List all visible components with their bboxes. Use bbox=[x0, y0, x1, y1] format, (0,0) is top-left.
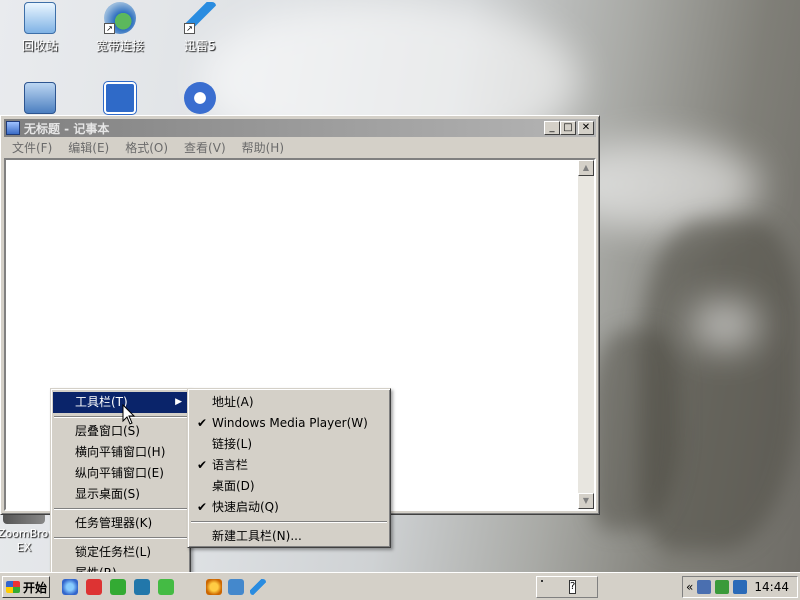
quick-launch-thunder-icon[interactable] bbox=[250, 579, 266, 595]
quick-launch-green-icon[interactable] bbox=[158, 579, 174, 595]
computer-icon bbox=[24, 82, 56, 114]
vertical-scrollbar[interactable]: ▲ ▼ bbox=[578, 160, 594, 509]
submenu-item-address[interactable]: 地址(A) bbox=[190, 392, 388, 413]
expand-arrows-icon bbox=[103, 81, 137, 115]
realplayer-desktop-icon[interactable] bbox=[165, 82, 235, 117]
menu-separator bbox=[54, 537, 187, 539]
thunder-desktop-icon[interactable]: ↗ 迅雷5 bbox=[165, 2, 235, 54]
menu-item-task-manager[interactable]: 任务管理器(K) bbox=[53, 513, 188, 534]
quick-launch-media-icon[interactable] bbox=[110, 579, 126, 595]
submenu-item-new-toolbar[interactable]: 新建工具栏(N)... bbox=[190, 526, 388, 547]
menu-item-tile-vertical[interactable]: 纵向平铺窗口(E) bbox=[53, 463, 188, 484]
fullscreen-desktop-icon[interactable] bbox=[85, 81, 155, 117]
submenu-item-quick-launch[interactable]: ✔ 快速启动(Q) bbox=[190, 497, 388, 518]
recycle-bin-desktop-icon[interactable]: 回收站 bbox=[5, 2, 75, 54]
desktop-icon-label: ZoomBrowser EX bbox=[0, 527, 75, 554]
desktop-icon-label: 迅雷5 bbox=[184, 39, 216, 53]
window-titlebar[interactable]: 无标题 - 记事本 _ □ ✕ bbox=[4, 119, 596, 137]
notepad-app-icon bbox=[6, 121, 20, 135]
submenu-item-language-bar[interactable]: ✔ 语言栏 bbox=[190, 455, 388, 476]
scroll-up-button[interactable]: ▲ bbox=[578, 160, 594, 176]
menu-item-tile-horizontal[interactable]: 横向平铺窗口(H) bbox=[53, 442, 188, 463]
desktop-icon-label: 宽带连接 bbox=[95, 39, 144, 53]
menu-view[interactable]: 查看(V) bbox=[176, 139, 234, 156]
window-title: 无标题 - 记事本 bbox=[24, 121, 110, 136]
quick-launch-tool-icon[interactable] bbox=[134, 579, 150, 595]
menu-edit[interactable]: 编辑(E) bbox=[60, 139, 117, 156]
maximize-button[interactable]: □ bbox=[560, 121, 576, 135]
shortcut-arrow-icon: ↗ bbox=[104, 23, 115, 34]
menu-separator bbox=[191, 521, 387, 523]
window-controls: _ □ ✕ bbox=[544, 121, 594, 135]
menu-item-cascade[interactable]: 层叠窗口(S) bbox=[53, 421, 188, 442]
taskbar[interactable]: 开始 ? « 14:44 bbox=[0, 572, 800, 600]
quick-launch-ie-icon[interactable] bbox=[62, 579, 78, 595]
close-button[interactable]: ✕ bbox=[578, 121, 594, 135]
broadband-desktop-icon[interactable]: ↗ 宽带连接 bbox=[85, 2, 155, 54]
start-button[interactable]: 开始 bbox=[2, 576, 50, 598]
menu-separator bbox=[54, 508, 187, 510]
submenu-item-links[interactable]: 链接(L) bbox=[190, 434, 388, 455]
network-connection-icon: ↗ bbox=[104, 2, 136, 34]
help-icon: ? bbox=[569, 580, 577, 594]
taskbar-context-menu: 工具栏(T) ▶ 层叠窗口(S) 横向平铺窗口(H) 纵向平铺窗口(E) 显示桌… bbox=[50, 388, 191, 588]
zoombrowser-desktop-icon[interactable]: ZoomBrowser EX bbox=[0, 512, 75, 555]
menu-separator bbox=[54, 416, 187, 418]
shortcut-arrow-icon: ↗ bbox=[184, 23, 195, 34]
menu-item-show-desktop[interactable]: 显示桌面(S) bbox=[53, 484, 188, 505]
minimize-button[interactable]: _ bbox=[544, 121, 560, 135]
check-icon: ✔ bbox=[197, 500, 208, 514]
windows-flag-icon bbox=[6, 581, 20, 593]
menu-item-lock-taskbar[interactable]: 锁定任务栏(L) bbox=[53, 542, 188, 563]
tray-expand-button[interactable]: « bbox=[686, 580, 693, 594]
mouse-cursor-icon bbox=[122, 404, 136, 425]
menu-file[interactable]: 文件(F) bbox=[4, 139, 60, 156]
submenu-item-media-player[interactable]: ✔ Windows Media Player(W) bbox=[190, 413, 388, 434]
realplayer-icon bbox=[184, 82, 216, 114]
menu-item-toolbars[interactable]: 工具栏(T) ▶ bbox=[53, 392, 188, 413]
taskbar-clock[interactable]: 14:44 bbox=[754, 580, 789, 594]
shield-tray-icon[interactable] bbox=[733, 580, 748, 594]
network-tray-icon[interactable] bbox=[697, 580, 712, 594]
submenu-arrow-icon: ▶ bbox=[175, 397, 182, 407]
thunder-bird-icon: ↗ bbox=[184, 2, 216, 34]
quick-launch-shield-icon[interactable] bbox=[206, 579, 222, 595]
window-menubar: 文件(F) 编辑(E) 格式(O) 查看(V) 帮助(H) bbox=[4, 138, 596, 157]
submenu-item-desktop[interactable]: 桌面(D) bbox=[190, 476, 388, 497]
recycle-bin-icon bbox=[24, 2, 56, 34]
umbrella-tray-icon[interactable] bbox=[715, 580, 730, 594]
desktop-icon-label: 回收站 bbox=[21, 39, 58, 53]
my-computer-desktop-icon[interactable] bbox=[5, 82, 75, 117]
quick-launch-app-icon[interactable] bbox=[86, 579, 102, 595]
keyboard-icon bbox=[541, 580, 543, 582]
language-bar[interactable]: ? bbox=[536, 576, 598, 598]
start-label: 开始 bbox=[23, 580, 48, 595]
quick-launch-blue-icon[interactable] bbox=[228, 579, 244, 595]
toolbars-submenu: 地址(A) ✔ Windows Media Player(W) 链接(L) ✔ … bbox=[187, 388, 391, 548]
menu-format[interactable]: 格式(O) bbox=[117, 139, 176, 156]
scroll-down-button[interactable]: ▼ bbox=[578, 493, 594, 509]
menu-help[interactable]: 帮助(H) bbox=[234, 139, 292, 156]
check-icon: ✔ bbox=[197, 416, 208, 430]
system-tray: « 14:44 bbox=[682, 576, 798, 598]
check-icon: ✔ bbox=[197, 458, 208, 472]
